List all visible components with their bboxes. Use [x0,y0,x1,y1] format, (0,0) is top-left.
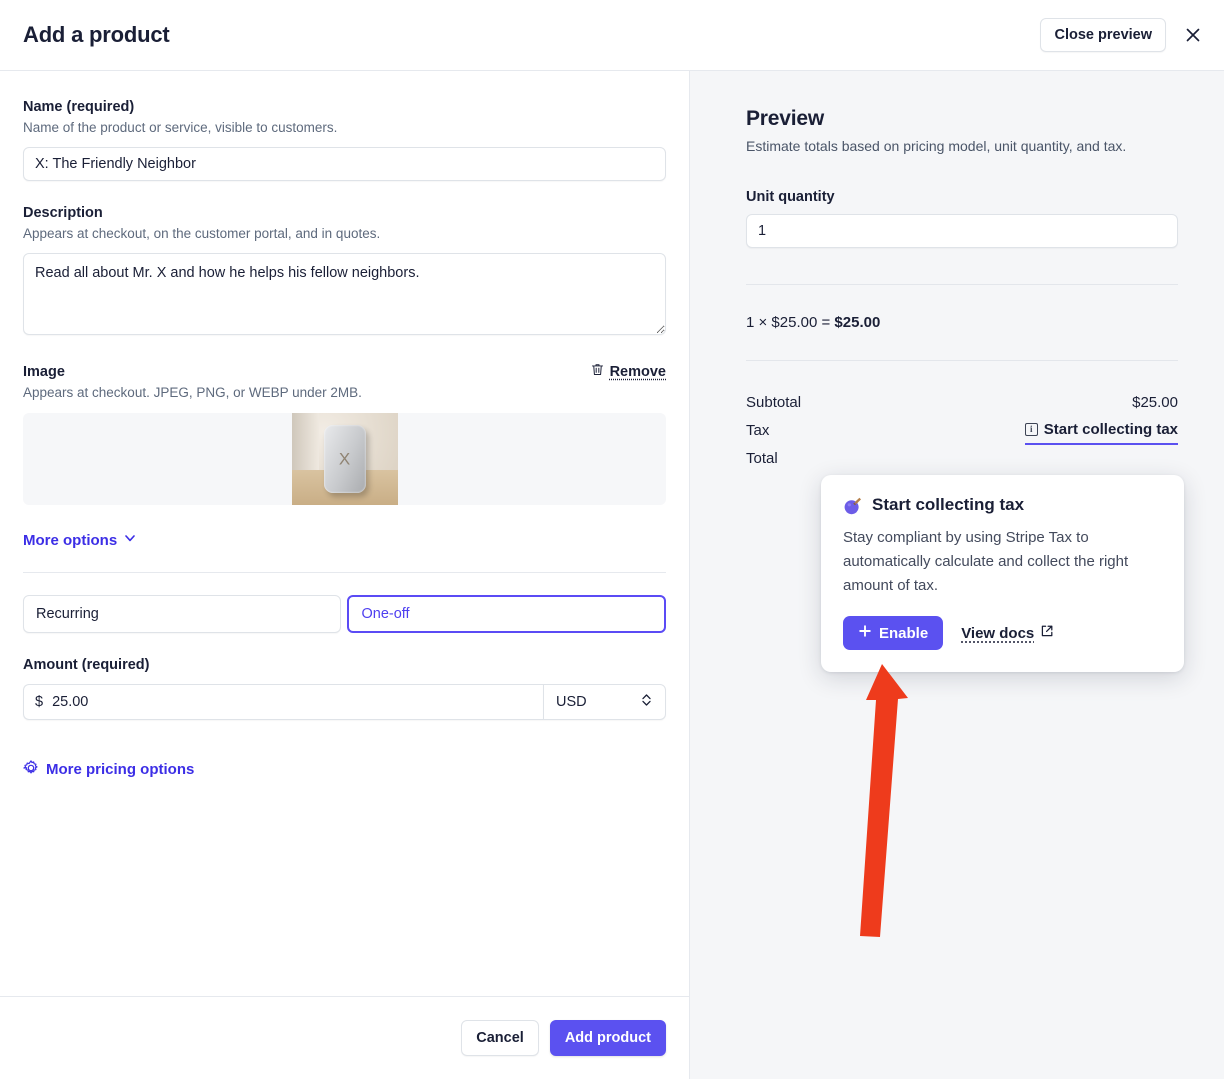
enable-tax-label: Enable [879,625,928,642]
pricing-model-one-off[interactable]: One-off [347,595,666,633]
name-input[interactable] [23,147,666,181]
pricing-model-recurring[interactable]: Recurring [23,595,341,633]
popover-body: Stay compliant by using Stripe Tax to au… [843,526,1162,598]
subtotal-label: Subtotal [746,389,801,416]
info-icon: i [1025,423,1038,436]
header-actions: Close preview [1040,18,1206,52]
image-preview-box[interactable]: X [23,413,666,505]
more-pricing-options-link[interactable]: More pricing options [23,760,194,780]
enable-tax-button[interactable]: Enable [843,616,943,650]
form-divider [23,572,666,573]
currency-select[interactable]: USD [543,684,666,720]
description-help: Appears at checkout, on the customer por… [23,224,666,244]
device-x-mark: X [339,451,350,468]
amount-label: Amount (required) [23,655,666,675]
external-link-icon [1040,624,1054,642]
product-form: Name (required) Name of the product or s… [0,71,689,996]
description-textarea[interactable]: Read all about Mr. X and how he helps hi… [23,253,666,335]
unit-quantity-input[interactable] [746,214,1178,248]
tax-stamp-icon [843,496,862,515]
totals-row-total: Total [746,445,1178,472]
subtotal-value: $25.00 [1132,389,1178,416]
modal-body: Name (required) Name of the product or s… [0,71,1224,1079]
start-collecting-tax-label: Start collecting tax [1044,416,1178,443]
add-product-modal: Add a product Close preview Name (requir… [0,0,1224,1079]
field-image: Image Appears at checkout. JPEG, PNG, or… [23,362,666,505]
modal-header: Add a product Close preview [0,0,1224,71]
field-description: Description Appears at checkout, on the … [23,203,666,340]
amount-row: $ USD [23,684,666,720]
totals-row-tax: Tax i Start collecting tax [746,416,1178,445]
calculation-expression: 1 × $25.00 = [746,314,834,331]
name-help: Name of the product or service, visible … [23,118,666,138]
preview-subtitle: Estimate totals based on pricing model, … [746,136,1178,156]
remove-image-link[interactable]: Remove [590,362,666,381]
start-collecting-tax-link[interactable]: i Start collecting tax [1025,416,1178,445]
tax-label: Tax [746,417,769,444]
currency-symbol: $ [35,694,43,710]
view-docs-link[interactable]: View docs [961,624,1054,642]
close-preview-button[interactable]: Close preview [1040,18,1166,52]
image-wall [292,413,320,470]
amount-input[interactable] [52,694,532,710]
image-device: X [324,425,366,493]
field-amount: Amount (required) $ USD [23,655,666,720]
product-form-pane: Name (required) Name of the product or s… [0,71,690,1079]
name-label: Name (required) [23,97,666,117]
pricing-model-segmented: Recurring One-off [23,595,666,633]
description-label: Description [23,203,666,223]
cancel-button[interactable]: Cancel [461,1020,539,1056]
popover-header: Start collecting tax [843,495,1162,515]
preview-calculation: 1 × $25.00 = $25.00 [746,314,1178,331]
preview-rule-bottom [746,360,1178,361]
amount-input-wrapper: $ [23,684,543,720]
popover-actions: Enable View docs [843,616,1162,650]
chevron-down-icon [123,531,137,549]
currency-select-value: USD [556,694,587,710]
preview-title: Preview [746,107,1178,131]
view-docs-label: View docs [961,625,1034,642]
gear-icon [23,760,39,780]
preview-rule-top [746,284,1178,285]
trash-icon [590,362,605,381]
add-product-button[interactable]: Add product [550,1020,666,1056]
start-collecting-tax-popover: Start collecting tax Stay compliant by u… [821,475,1184,672]
modal-footer: Cancel Add product [0,996,689,1079]
unit-quantity-label: Unit quantity [746,189,1178,205]
plus-icon [858,624,872,642]
field-name: Name (required) Name of the product or s… [23,97,666,181]
image-label-row: Image Appears at checkout. JPEG, PNG, or… [23,362,666,403]
close-icon[interactable] [1180,22,1206,48]
page-title: Add a product [23,22,170,48]
more-pricing-options-label: More pricing options [46,761,194,778]
total-label: Total [746,445,778,472]
more-options-label: More options [23,532,117,549]
chevron-updown-icon [640,692,653,712]
product-image-thumbnail: X [292,413,398,505]
popover-title: Start collecting tax [872,495,1024,515]
remove-image-label: Remove [610,364,666,380]
preview-pane: Preview Estimate totals based on pricing… [690,71,1224,1079]
more-options-toggle[interactable]: More options [23,531,137,549]
image-label: Image [23,362,362,382]
totals-row-subtotal: Subtotal $25.00 [746,389,1178,416]
preview-totals: Subtotal $25.00 Tax i Start collecting t… [746,389,1178,472]
image-help: Appears at checkout. JPEG, PNG, or WEBP … [23,383,362,403]
calculation-total: $25.00 [834,314,880,331]
